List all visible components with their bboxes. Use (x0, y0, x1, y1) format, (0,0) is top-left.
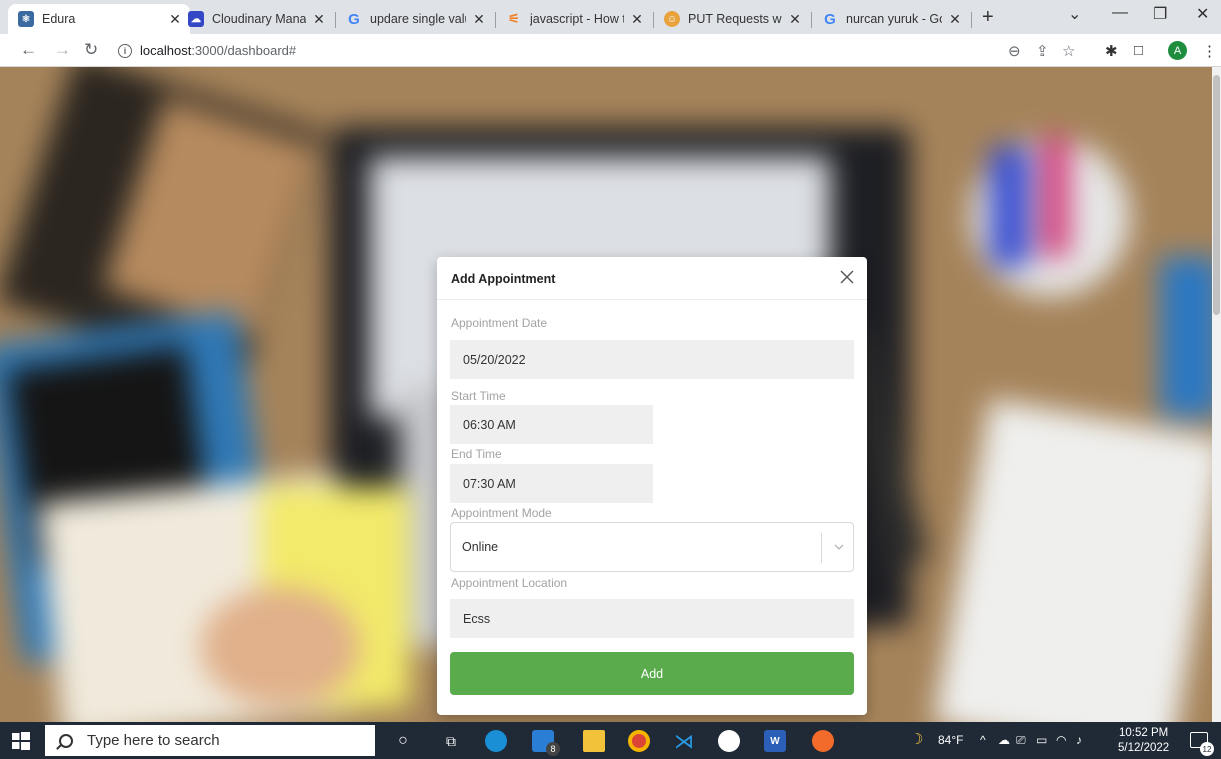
wifi-icon[interactable]: ◠ (1056, 733, 1066, 747)
browser-tab-strip: ⚛ Edura ✕ ☁ Cloudinary Manage ✕ G updare… (0, 0, 1221, 34)
url-path: :3000/dashboard# (191, 43, 297, 58)
cloudinary-icon: ☁ (188, 11, 204, 27)
new-tab-button[interactable]: + (982, 6, 994, 29)
weather-temp[interactable]: 84°F (938, 733, 963, 747)
windows-start-icon[interactable] (12, 732, 30, 750)
close-tab-icon[interactable]: ✕ (788, 11, 802, 28)
system-clock[interactable]: 10:52 PM 5/12/2022 (1118, 726, 1169, 756)
bookmark-star-icon[interactable]: ☆ (1062, 42, 1075, 60)
tab-put-requests[interactable]: ☺ PUT Requests with ✕ (654, 4, 810, 34)
url-host: localhost (140, 43, 192, 58)
close-tab-icon[interactable]: ✕ (472, 11, 486, 28)
scrollbar-thumb[interactable] (1213, 75, 1220, 315)
volume-icon[interactable]: ♪ (1076, 733, 1082, 747)
appointment-mode-value: Online (462, 540, 499, 554)
appointment-date-label: Appointment Date (451, 316, 548, 330)
modal-title: Add Appointment (451, 272, 556, 286)
add-appointment-modal: Add Appointment Appointment Date 05/20/2… (437, 257, 867, 715)
side-panel-icon[interactable]: □ (1134, 42, 1143, 59)
page-icon: ☺ (664, 11, 680, 27)
profile-avatar[interactable]: A (1168, 41, 1187, 60)
modal-header: Add Appointment (437, 257, 867, 300)
google-icon: G (824, 10, 836, 28)
tab-title: Edura (42, 12, 76, 26)
page-scrollbar[interactable] (1212, 67, 1221, 722)
minimize-icon[interactable]: — (1112, 4, 1128, 22)
clock-time: 10:52 PM (1118, 727, 1169, 739)
address-bar[interactable]: i localhost:3000/dashboard# (118, 43, 296, 58)
tab-title: Cloudinary Manage (212, 12, 306, 26)
word-icon[interactable]: W (764, 730, 786, 752)
browser-toolbar: ← → ↻ i localhost:3000/dashboard# ⊖ ⇪ ☆ … (0, 34, 1221, 67)
moon-weather-icon: ☽ (910, 731, 924, 748)
close-window-icon[interactable]: ✕ (1196, 4, 1209, 24)
meet-now-icon[interactable]: ⎚ (1016, 733, 1026, 748)
start-time-label: Start Time (451, 389, 506, 403)
compass-app-icon[interactable] (812, 730, 834, 752)
zoom-icon[interactable]: ⊖ (1008, 42, 1021, 60)
task-view-icon[interactable]: ⧉ (440, 730, 462, 752)
tab-title: PUT Requests with (688, 12, 782, 26)
tab-google-update[interactable]: G updare single value ✕ (336, 4, 494, 34)
restore-icon[interactable]: ❐ (1153, 4, 1167, 24)
taskbar-search-placeholder: Type here to search (87, 732, 220, 749)
site-info-icon[interactable]: i (118, 43, 132, 58)
close-tab-icon[interactable]: ✕ (630, 11, 644, 28)
google-icon: G (348, 10, 360, 28)
close-tab-icon[interactable]: ✕ (948, 11, 962, 28)
clock-date: 5/12/2022 (1118, 742, 1170, 754)
close-tab-icon[interactable]: ✕ (312, 11, 326, 28)
appointment-location-label: Appointment Location (451, 576, 568, 590)
close-icon[interactable] (838, 268, 856, 286)
end-time-input[interactable]: 07:30 AM (450, 464, 653, 503)
forward-icon[interactable]: → (54, 40, 71, 60)
tab-edura[interactable]: ⚛ Edura ✕ (8, 4, 190, 34)
battery-icon[interactable]: ▭ (1036, 733, 1047, 747)
react-icon: ⚛ (18, 11, 34, 27)
taskbar-search-input[interactable]: Type here to search (45, 725, 375, 756)
add-appointment-button[interactable]: Add (450, 652, 854, 695)
onedrive-icon[interactable]: ☁ (998, 733, 1010, 747)
extensions-icon[interactable]: ✱ (1105, 42, 1118, 60)
back-icon[interactable]: ← (20, 40, 37, 60)
appointment-mode-select[interactable]: Online (450, 522, 854, 572)
tab-title: javascript - How to (530, 12, 624, 26)
appointment-location-input[interactable]: Ecss (450, 599, 854, 638)
mail-badge: 8 (546, 742, 560, 756)
app-circle-icon[interactable] (718, 730, 740, 752)
tab-google-search[interactable]: G nurcan yuruk - Goo ✕ (812, 4, 970, 34)
tab-cloudinary[interactable]: ☁ Cloudinary Manage ✕ (178, 4, 334, 34)
share-icon[interactable]: ⇪ (1036, 42, 1049, 60)
chevron-down-icon[interactable] (832, 541, 846, 553)
tab-title: nurcan yuruk - Goo (846, 12, 942, 26)
tab-search-chevron-icon[interactable]: ⌄ (1068, 4, 1081, 24)
windows-taskbar: Type here to search ○ ⧉ 8 ⋊ W ☽ 84°F ^ ☁… (0, 722, 1221, 759)
notification-count: 12 (1200, 742, 1214, 756)
search-icon (59, 733, 73, 748)
edge-icon[interactable] (485, 730, 507, 752)
appointment-date-input[interactable]: 05/20/2022 (450, 340, 854, 379)
tab-stackoverflow[interactable]: ⚟ javascript - How to ✕ (496, 4, 652, 34)
select-divider (821, 533, 822, 563)
cortana-icon[interactable]: ○ (392, 730, 414, 752)
stackoverflow-icon: ⚟ (508, 11, 520, 26)
appointment-mode-label: Appointment Mode (451, 506, 552, 520)
tray-chevron-up-icon[interactable]: ^ (980, 733, 986, 747)
end-time-label: End Time (451, 447, 502, 461)
chrome-icon[interactable] (628, 730, 650, 752)
tab-title: updare single value (370, 12, 466, 26)
vscode-icon[interactable]: ⋊ (673, 730, 695, 753)
file-explorer-icon[interactable] (583, 730, 605, 752)
start-time-input[interactable]: 06:30 AM (450, 405, 653, 444)
menu-kebab-icon[interactable]: ⋮ (1202, 42, 1217, 60)
reload-icon[interactable]: ↻ (84, 40, 98, 60)
